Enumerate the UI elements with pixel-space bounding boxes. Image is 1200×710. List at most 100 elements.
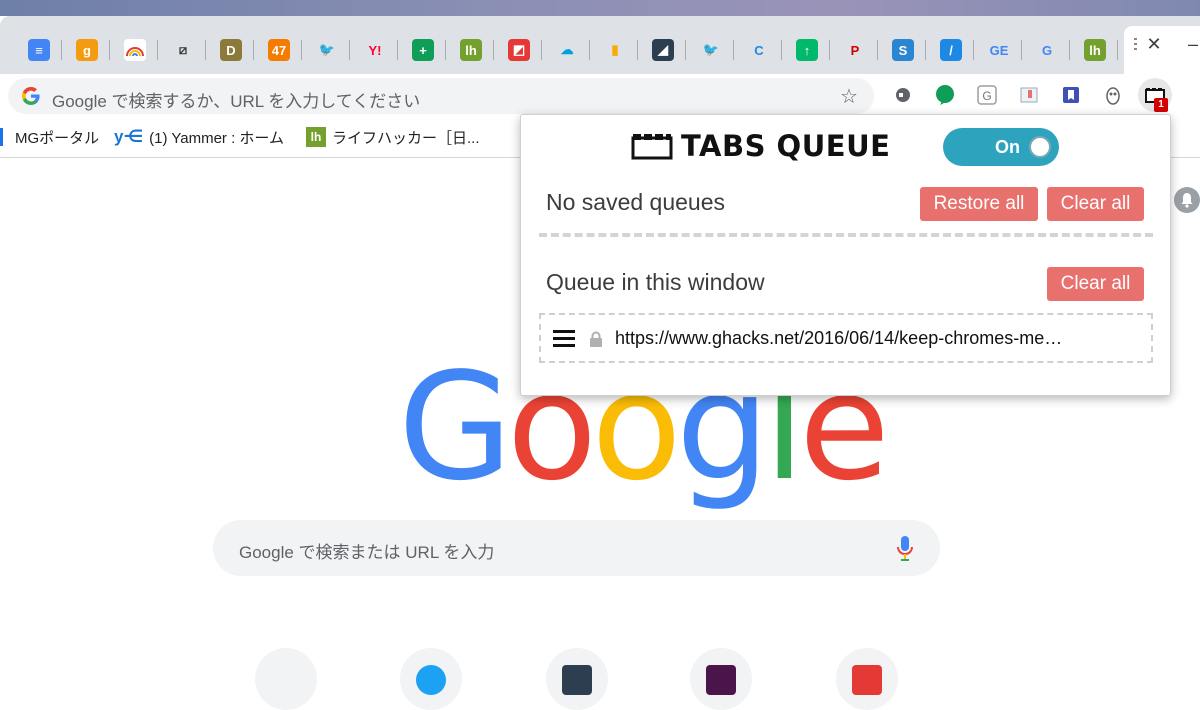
bookmark-label: MGポータル — [15, 129, 100, 147]
bookmark-extension-icon[interactable] — [1058, 82, 1084, 108]
yammer-icon: y⋲ — [114, 127, 144, 146]
google-docs-icon: ≡ — [28, 39, 50, 61]
browser-tab[interactable] — [112, 36, 158, 64]
bookmark-mg-portal[interactable]: MGポータル — [0, 127, 99, 147]
window-queue-heading: Queue in this window — [546, 269, 765, 295]
saved-queues-heading: No saved queues — [546, 189, 726, 215]
google-search-box[interactable]: Google で検索または URL を入力 — [213, 520, 940, 576]
browser-tab[interactable]: ▮ — [592, 36, 638, 64]
grammar-extension-icon[interactable]: G — [974, 82, 1000, 108]
browser-tab[interactable]: 47 — [256, 36, 302, 64]
queue-count-badge: 1 — [1154, 98, 1168, 112]
address-bar[interactable]: Google で検索するか、URL を入力してください ☆ — [8, 78, 874, 114]
shortcut-tile[interactable] — [546, 648, 608, 710]
lifehacker-icon: lh — [1084, 39, 1106, 61]
twitter-icon: 🐦 — [700, 39, 722, 61]
browser-tab[interactable]: P — [832, 36, 878, 64]
playstation-icon: P — [844, 39, 866, 61]
new-tab-icon[interactable]: – — [1188, 34, 1198, 55]
search-placeholder: Google で検索または URL を入力 — [239, 543, 495, 562]
browser-tab[interactable]: GE — [976, 36, 1022, 64]
orange-g-icon: g — [76, 39, 98, 61]
browser-tab[interactable]: D — [208, 36, 254, 64]
book-extension-icon[interactable] — [1016, 82, 1042, 108]
toggle-label: On — [995, 137, 1020, 157]
green-upload-icon: ↑ — [796, 39, 818, 61]
shortcut-tile[interactable] — [690, 648, 752, 710]
green-chat-extension-icon[interactable] — [932, 82, 958, 108]
popup-title: TABS QUEUE — [681, 129, 891, 163]
lock-icon — [590, 331, 602, 347]
clear-all-window-button[interactable]: Clear all — [1047, 267, 1144, 301]
browser-tab[interactable]: ⧄ — [160, 36, 206, 64]
shortcut-tile[interactable] — [255, 648, 317, 710]
shortcut-tile[interactable] — [400, 648, 462, 710]
popup-header: TABS QUEUE — [631, 129, 890, 163]
notification-bell-icon[interactable] — [1174, 187, 1200, 213]
tabs-queue-logo-icon — [631, 134, 673, 160]
browser-tab[interactable]: ≡ — [16, 36, 62, 64]
green-plus-icon: + — [412, 39, 434, 61]
browser-tab[interactable]: ☁ — [544, 36, 590, 64]
browser-tab[interactable]: G — [1024, 36, 1070, 64]
blue-c-icon: C — [748, 39, 770, 61]
browser-tab[interactable]: ↑ — [784, 36, 830, 64]
tab-grip-icon — [1134, 38, 1137, 52]
browser-tab[interactable]: Y! — [352, 36, 398, 64]
google-news-icon: GE — [988, 39, 1010, 61]
google-icon: G — [1036, 39, 1058, 61]
analytics-icon: ▮ — [604, 39, 626, 61]
bookmark-star-icon[interactable]: ☆ — [840, 84, 858, 109]
bookmark-label: (1) Yammer : ホーム — [149, 129, 284, 147]
browser-tab[interactable]: S — [880, 36, 926, 64]
toggle-knob — [1029, 136, 1051, 158]
browser-tab[interactable]: + — [400, 36, 446, 64]
browser-tab[interactable]: 🐦 — [688, 36, 734, 64]
diagonal-lines-icon: ⧄ — [172, 39, 194, 61]
enable-toggle[interactable]: On — [943, 128, 1059, 166]
lifehacker-icon: lh — [460, 39, 482, 61]
google-g-icon — [22, 87, 40, 105]
desktop-strip — [0, 0, 1200, 16]
bookmark-yammer[interactable]: y⋲ (1) Yammer : ホーム — [114, 127, 284, 147]
address-placeholder: Google で検索するか、URL を入力してください — [52, 92, 421, 111]
microphone-icon[interactable] — [897, 535, 913, 563]
bar-icon — [0, 128, 3, 146]
blue-swirl-icon: S — [892, 39, 914, 61]
browser-tab[interactable]: C — [736, 36, 782, 64]
d-icon: D — [220, 39, 242, 61]
salesforce-icon: ☁ — [556, 39, 578, 61]
owl-extension-icon[interactable] — [1100, 82, 1126, 108]
dark-blue-icon: ◢ — [652, 39, 674, 61]
queue-item-url[interactable]: https://www.ghacks.net/2016/06/14/keep-c… — [615, 328, 1062, 349]
clear-all-saved-button[interactable]: Clear all — [1047, 187, 1144, 221]
browser-tab[interactable]: lh — [1072, 36, 1118, 64]
red-square-icon: ◩ — [508, 39, 530, 61]
browser-tab[interactable]: lh — [448, 36, 494, 64]
tabs-queue-popup: TABS QUEUE On No saved queues Restore al… — [520, 114, 1171, 396]
browser-tab[interactable]: 🐦 — [304, 36, 350, 64]
globe-extension-icon[interactable] — [890, 82, 916, 108]
shortcut-tile[interactable] — [836, 648, 898, 710]
tab-strip: ✕ – ≡ g ⧄ D 47 🐦 Y! + lh ◩ ☁ ▮ ◢ 🐦 C ↑ P S / GE Glh — [0, 16, 1200, 74]
blue-slash-icon: / — [940, 39, 962, 61]
svg-text:G: G — [982, 89, 991, 103]
lifehacker-icon: lh — [306, 127, 326, 147]
twitter-icon: 🐦 — [316, 39, 338, 61]
restore-all-button[interactable]: Restore all — [920, 187, 1038, 221]
tab-active[interactable]: ✕ – — [1124, 26, 1200, 74]
browser-tab[interactable]: ◩ — [496, 36, 542, 64]
bookmark-label: ライフハッカー［日... — [332, 129, 480, 147]
logo-letter: G — [398, 341, 513, 513]
browser-tab[interactable]: ◢ — [640, 36, 686, 64]
bookmark-lifehacker[interactable]: lh ライフハッカー［日... — [306, 127, 480, 147]
news47-icon: 47 — [268, 39, 290, 61]
close-tab-icon[interactable]: ✕ — [1144, 34, 1164, 54]
browser-tab[interactable]: / — [928, 36, 974, 64]
toolbar: Google で検索するか、URL を入力してください ☆ G 1 — [0, 74, 1200, 118]
drag-handle-icon[interactable] — [553, 330, 575, 347]
queue-item[interactable]: https://www.ghacks.net/2016/06/14/keep-c… — [539, 313, 1153, 363]
browser-tab[interactable]: g — [64, 36, 110, 64]
rainbow-icon — [124, 39, 146, 61]
section-divider — [539, 233, 1153, 237]
